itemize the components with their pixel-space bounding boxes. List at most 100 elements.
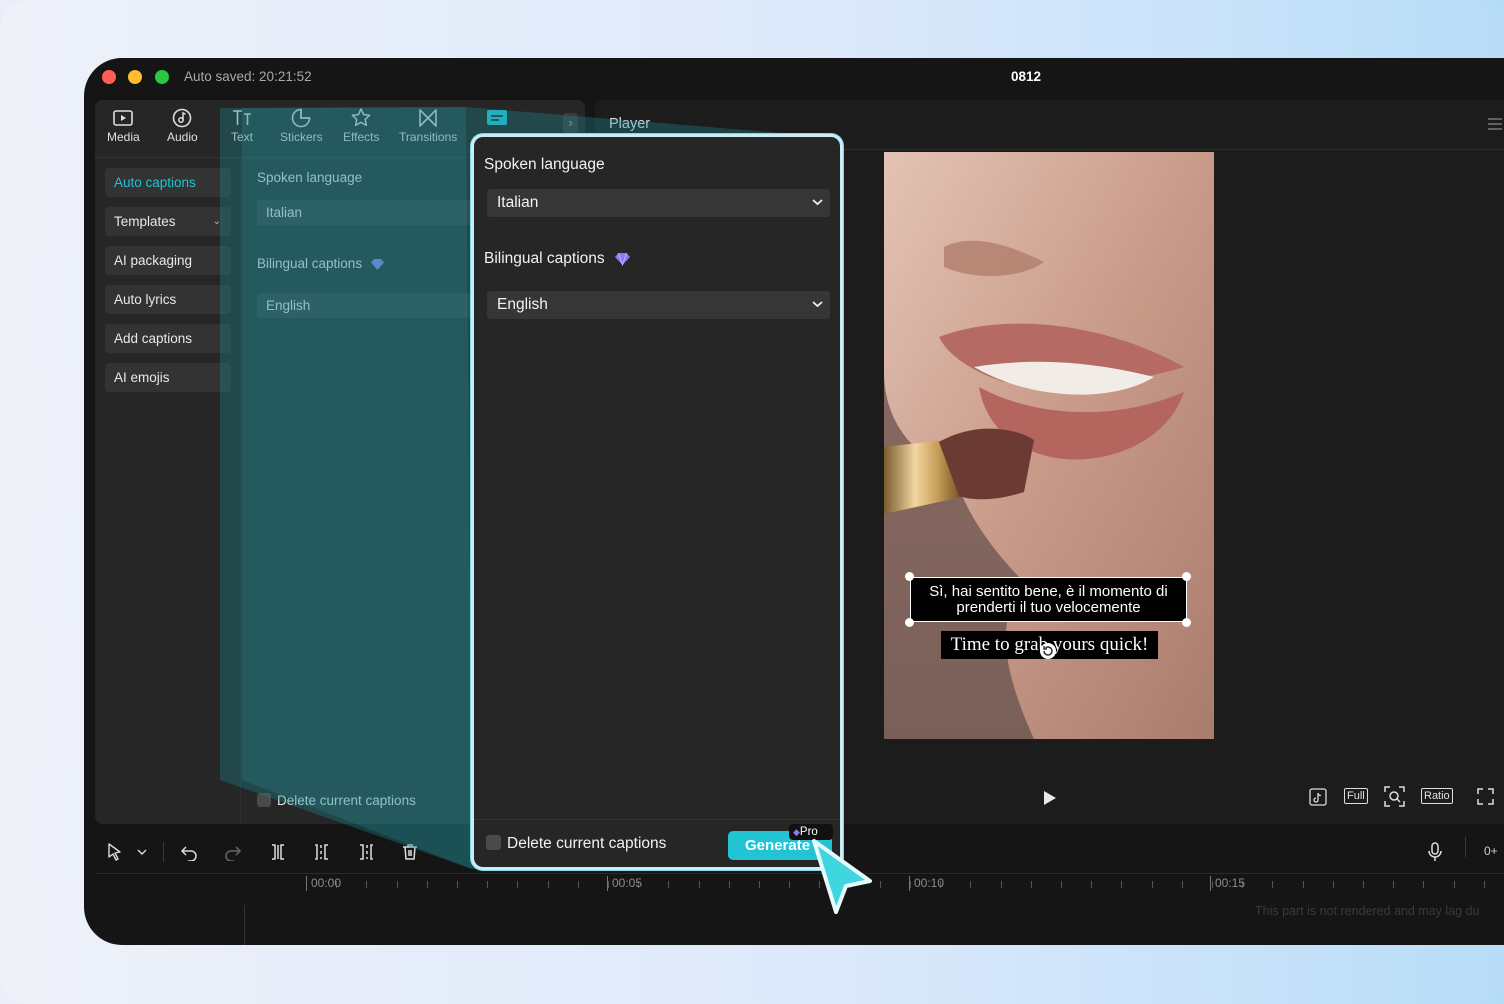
ruler-tick [728,881,730,888]
sidebar-item-add-captions[interactable]: Add captions [105,324,231,353]
ruler-tick [1393,881,1395,888]
toolbar-label: Audio [167,130,198,144]
fullscreen-icon[interactable] [1477,788,1494,805]
bilingual-captions-text: Bilingual captions [484,250,605,267]
trim-left-icon[interactable] [313,843,331,861]
ruler-tick [879,881,881,888]
bilingual-captions-label: Bilingual captions [484,250,631,268]
play-icon[interactable] [1043,790,1057,806]
ruler-tick [1091,881,1093,888]
ruler-tick [1483,881,1485,888]
delete-captions-checkbox[interactable] [257,793,271,807]
bilingual-captions-label: Bilingual captions [257,256,385,271]
toolbar-label: Text [231,130,254,144]
ruler-tick [789,881,791,888]
ruler-tick [547,881,549,888]
primary-caption[interactable]: Sì, hai sentito bene, è il momento di pr… [910,577,1187,622]
full-button[interactable]: Full [1344,788,1368,804]
delete-captions-label: Delete current captions [507,835,667,852]
spoken-language-label: Spoken language [257,170,363,185]
ruler-tick [1423,881,1425,888]
toolbar-stickers[interactable]: Stickers [280,107,323,144]
bilingual-language-select[interactable]: English [487,291,830,319]
toolbar-transitions[interactable]: Transitions [399,107,457,144]
toolbar-label: Transitions [399,130,458,144]
timestamp-0: 00:00 [306,876,341,891]
ruler-tick [426,881,428,888]
bilingual-language-value: English [497,296,548,313]
timeline: 00:00 00:05 00:10 00:15 This part is not… [95,874,1504,945]
toolbar-text[interactable]: Text [231,107,253,144]
diamond-premium-icon [614,252,630,267]
ruler-tick [1181,881,1183,888]
delete-icon[interactable] [401,843,419,861]
redo-icon[interactable] [224,843,242,861]
microphone-icon[interactable] [1427,842,1443,862]
toolbar-audio[interactable]: Audio [167,107,198,144]
ratio-button[interactable]: Ratio [1421,788,1453,804]
ruler-tick [1272,881,1274,888]
sidebar-item-label: Templates [114,214,176,229]
render-note: This part is not rendered and may lag du [1255,904,1480,918]
auto-captions-zoom-panel: Spoken language Italian Bilingual captio… [471,134,843,870]
ruler-tick [1453,881,1455,888]
tiktok-preview-icon[interactable] [1309,788,1327,806]
video-preview[interactable]: Sì, hai sentito bene, è il momento di pr… [884,152,1214,739]
ruler-tick [1302,881,1304,888]
toolbar-label: Stickers [280,130,323,144]
timestamp-5: 00:05 [607,876,642,891]
trim-right-icon[interactable] [357,843,375,861]
toolbar-media[interactable]: Media [107,107,140,144]
ruler-tick [457,881,458,888]
bilingual-captions-text: Bilingual captions [257,256,363,271]
maximize-window-button[interactable] [155,70,169,84]
toolbar-effects[interactable]: Effects [343,107,379,144]
sidebar-item-auto-captions[interactable]: Auto captions [105,168,231,197]
select-tool-icon[interactable] [107,843,123,861]
zoom-fit-icon[interactable] [1384,786,1405,807]
text-icon [233,110,251,125]
timestamp-15: 00:15 [1210,876,1245,891]
delete-captions-checkbox[interactable] [486,835,501,850]
delete-captions-option[interactable]: Delete current captions [257,793,416,808]
split-icon[interactable] [269,843,287,861]
effects-icon [351,108,371,127]
ruler-tick [1030,881,1032,888]
mouse-pointer-icon [812,839,872,914]
diamond-premium-icon: ◆ [793,827,800,837]
sidebar-item-auto-lyrics[interactable]: Auto lyrics [105,285,231,314]
resize-handle[interactable] [1182,572,1191,581]
player-title: Player [609,116,651,132]
delete-captions-option[interactable]: Delete current captions [486,835,666,853]
ruler-tick [1061,881,1062,888]
ruler-tick [668,881,670,888]
undo-icon[interactable] [180,843,198,861]
transitions-icon [419,109,437,127]
sidebar-item-ai-emojis[interactable]: AI emojis [105,363,231,392]
minimize-window-button[interactable] [128,70,142,84]
ruler-tick [366,881,368,888]
chevron-down-icon [812,301,823,308]
resize-handle[interactable] [1182,618,1191,627]
resize-handle[interactable] [905,618,914,627]
toolbar-captions[interactable] [486,108,508,131]
rotate-handle-icon[interactable] [1038,641,1058,661]
audio-icon [173,108,192,128]
delete-captions-label: Delete current captions [277,793,416,808]
ruler-tick [396,881,398,888]
ruler-tick [1000,881,1002,888]
zoom-control[interactable]: 0+ [1484,844,1498,858]
spoken-language-select[interactable]: Italian [487,189,830,217]
menu-icon[interactable] [1487,117,1503,131]
captions-icon [487,110,507,125]
resize-handle[interactable] [905,572,914,581]
sidebar-item-ai-packaging[interactable]: AI packaging [105,246,231,275]
sidebar-item-templates[interactable]: Templates ⌄ [105,207,231,236]
close-window-button[interactable] [102,70,116,84]
ruler-tick [1151,881,1153,888]
chevron-down-icon[interactable] [137,848,147,856]
toolbar-label: Media [107,130,140,144]
captions-sidebar: Auto captions Templates ⌄ AI packaging Au… [95,158,241,824]
timestamp-10: 00:10 [909,876,944,891]
toolbar-scroll-right-button[interactable]: › [563,113,578,133]
